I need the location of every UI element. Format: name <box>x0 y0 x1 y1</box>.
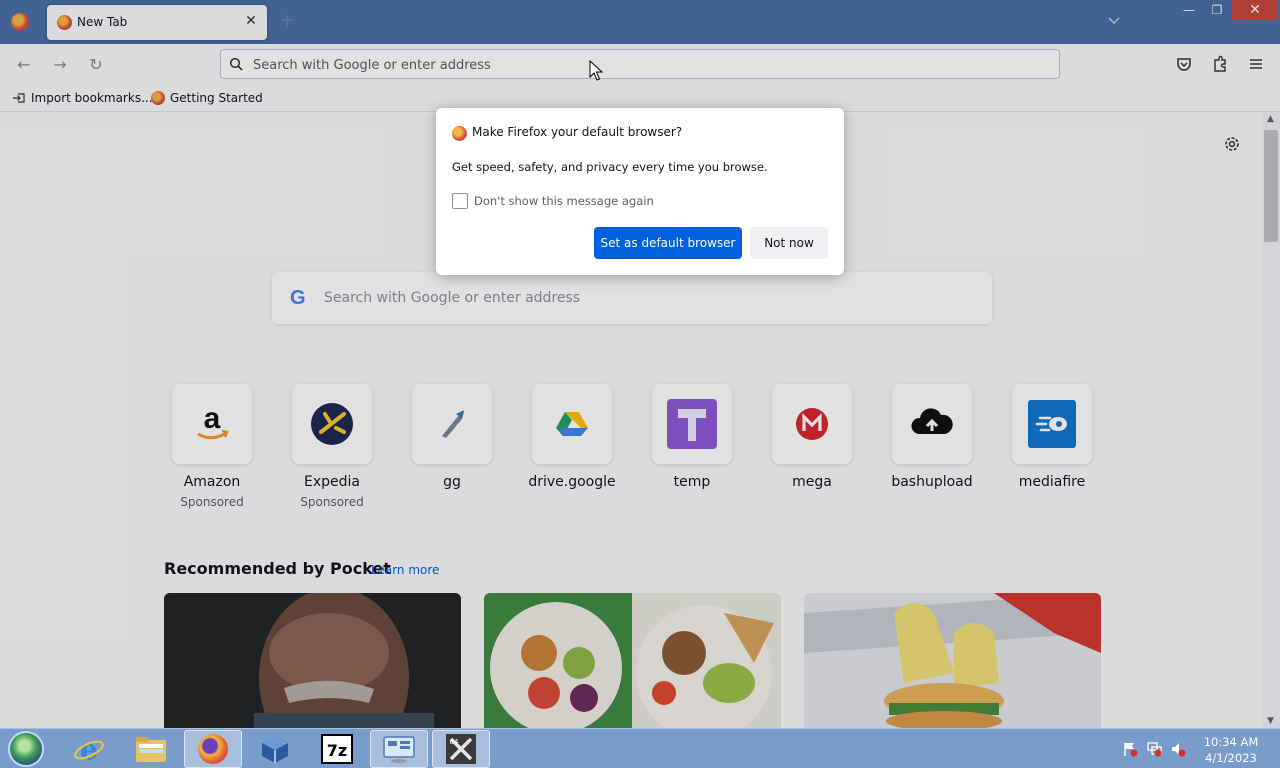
taskbar-7zip[interactable]: 7z <box>308 730 366 768</box>
dont-show-again-label[interactable]: Don't show this message again <box>474 194 654 208</box>
svg-text:64: 64 <box>450 738 459 746</box>
internet-explorer-icon: e <box>74 733 104 765</box>
7zip-icon: 7z <box>321 734 353 764</box>
action-center-flag-icon[interactable] <box>1122 741 1138 757</box>
svg-text:e: e <box>80 733 98 765</box>
network-icon[interactable] <box>1146 741 1162 757</box>
taskbar-file-explorer[interactable] <box>122 730 180 768</box>
dialog-message: Get speed, safety, and privacy every tim… <box>452 160 768 174</box>
firefox-icon <box>452 126 467 141</box>
start-button[interactable] <box>8 731 44 767</box>
taskbar-control-panel[interactable] <box>370 730 428 768</box>
volume-muted-icon[interactable] <box>1170 741 1186 757</box>
clock-date: 4/1/2023 <box>1205 751 1257 765</box>
file-explorer-icon <box>136 737 166 762</box>
clock-time: 10:34 AM <box>1203 735 1259 749</box>
svg-text:7z: 7z <box>327 741 347 760</box>
taskbar-firefox[interactable] <box>184 730 242 768</box>
x64dbg-icon: 64 <box>446 734 476 764</box>
control-panel-icon <box>383 736 415 763</box>
taskbar-virtualbox[interactable] <box>246 730 304 768</box>
default-browser-dialog: Make Firefox your default browser? Get s… <box>436 108 844 275</box>
not-now-button[interactable]: Not now <box>750 227 828 259</box>
windows-taskbar: e 7z 64 10:34 AM 4/1/2023 <box>0 728 1280 768</box>
taskbar-x64dbg[interactable]: 64 <box>432 730 490 768</box>
mouse-cursor-icon <box>589 60 603 81</box>
virtualbox-icon <box>262 736 288 763</box>
dialog-title: Make Firefox your default browser? <box>472 125 683 139</box>
taskbar-internet-explorer[interactable]: e <box>60 730 118 768</box>
set-default-browser-button[interactable]: Set as default browser <box>594 227 742 259</box>
firefox-icon <box>198 734 228 764</box>
system-clock[interactable]: 10:34 AM 4/1/2023 <box>1196 734 1266 766</box>
dont-show-again-checkbox[interactable] <box>452 193 468 209</box>
